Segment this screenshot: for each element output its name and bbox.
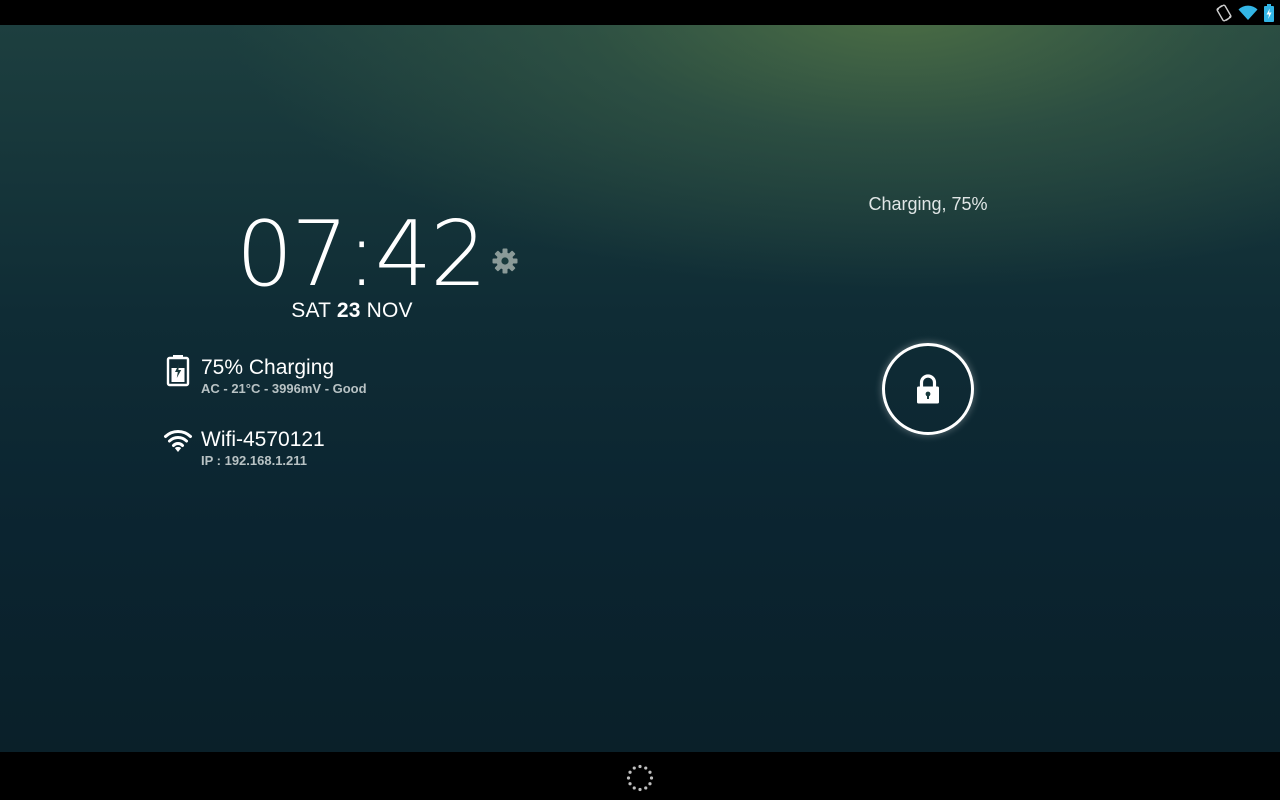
lock-screen: 07:42 SAT 23 NOV 75% Charging AC - 21°C …	[0, 0, 1280, 800]
battery-charging-icon	[166, 355, 190, 387]
clock-minutes: 42	[374, 202, 488, 307]
date-weekday: SAT	[291, 299, 331, 322]
navigation-bar	[0, 752, 1280, 800]
status-bar	[0, 0, 1280, 25]
date-day: 23	[336, 299, 361, 322]
wifi-icon	[1238, 5, 1258, 20]
wallpaper	[0, 25, 1280, 752]
unlock-button[interactable]	[882, 343, 974, 435]
status-icons	[1216, 3, 1274, 23]
date-month: NOV	[366, 299, 413, 322]
clock: 07:42	[236, 202, 487, 307]
loading-spinner-icon	[626, 764, 654, 792]
battery-title: 75% Charging	[201, 356, 335, 379]
battery-charging-icon	[1264, 4, 1274, 22]
lock-icon	[917, 374, 939, 404]
battery-details: AC - 21°C - 3996mV - Good	[201, 381, 367, 396]
screen-rotation-icon	[1216, 4, 1232, 22]
wifi-title: Wifi-4570121	[201, 428, 325, 451]
gear-icon[interactable]	[491, 247, 519, 275]
wifi-details: IP : 192.168.1.211	[201, 453, 308, 468]
date: SAT 23 NOV	[236, 298, 468, 324]
wifi-icon	[164, 429, 192, 452]
clock-hours: 07	[236, 202, 349, 307]
clock-separator: :	[346, 202, 377, 307]
charging-status: Charging, 75%	[868, 194, 988, 214]
